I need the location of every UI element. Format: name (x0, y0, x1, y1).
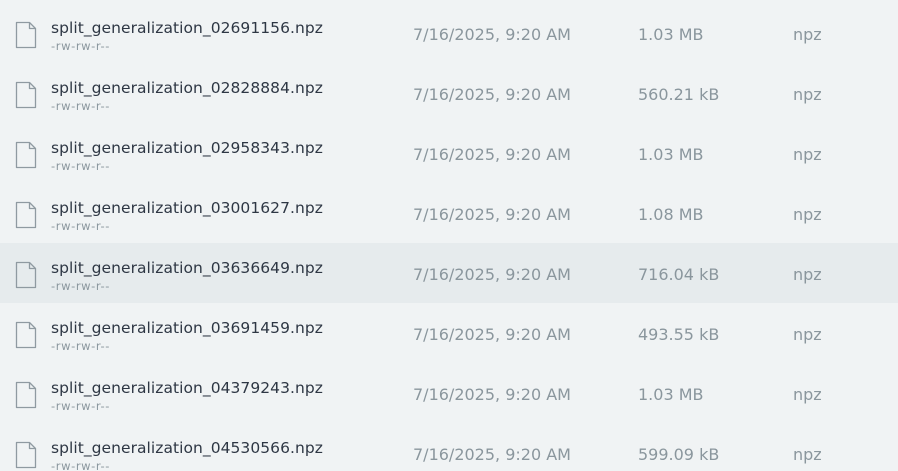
file-permissions: -rw-rw-r-- (51, 159, 111, 173)
file-size: 493.55 kB (638, 325, 720, 344)
file-modified-date: 7/16/2025, 9:20 AM (413, 205, 571, 224)
file-row[interactable]: split_generalization_02828884.npz -rw-rw… (0, 63, 898, 123)
file-row[interactable]: split_generalization_03636649.npz -rw-rw… (0, 243, 898, 303)
file-permissions: -rw-rw-r-- (51, 39, 111, 53)
file-type: npz (793, 145, 822, 164)
file-row[interactable]: split_generalization_03001627.npz -rw-rw… (0, 183, 898, 243)
file-type: npz (793, 325, 822, 344)
file-name[interactable]: split_generalization_03691459.npz (51, 318, 323, 338)
file-size: 716.04 kB (638, 265, 720, 284)
file-modified-date: 7/16/2025, 9:20 AM (413, 25, 571, 44)
file-size: 560.21 kB (638, 85, 720, 104)
file-type: npz (793, 85, 822, 104)
file-modified-date: 7/16/2025, 9:20 AM (413, 265, 571, 284)
file-modified-date: 7/16/2025, 9:20 AM (413, 145, 571, 164)
file-modified-date: 7/16/2025, 9:20 AM (413, 385, 571, 404)
file-permissions: -rw-rw-r-- (51, 399, 111, 413)
file-icon (15, 381, 37, 409)
file-name[interactable]: split_generalization_02828884.npz (51, 78, 323, 98)
file-type: npz (793, 385, 822, 404)
file-type: npz (793, 265, 822, 284)
file-name[interactable]: split_generalization_03001627.npz (51, 198, 323, 218)
file-modified-date: 7/16/2025, 9:20 AM (413, 445, 571, 464)
file-name[interactable]: split_generalization_02958343.npz (51, 138, 323, 158)
file-row[interactable]: split_generalization_03691459.npz -rw-rw… (0, 303, 898, 363)
file-icon (15, 21, 37, 49)
file-name[interactable]: split_generalization_04530566.npz (51, 438, 323, 458)
file-size: 599.09 kB (638, 445, 720, 464)
file-list: split_generalization_02691156.npz -rw-rw… (0, 0, 898, 471)
file-icon (15, 441, 37, 469)
file-size: 1.03 MB (638, 385, 704, 404)
file-size: 1.03 MB (638, 145, 704, 164)
file-icon (15, 81, 37, 109)
file-permissions: -rw-rw-r-- (51, 99, 111, 113)
file-icon (15, 321, 37, 349)
file-size: 1.08 MB (638, 205, 704, 224)
file-row[interactable]: split_generalization_04379243.npz -rw-rw… (0, 363, 898, 423)
file-name[interactable]: split_generalization_02691156.npz (51, 18, 323, 38)
file-row[interactable]: split_generalization_02691156.npz -rw-rw… (0, 3, 898, 63)
file-icon (15, 141, 37, 169)
file-name[interactable]: split_generalization_03636649.npz (51, 258, 323, 278)
file-type: npz (793, 25, 822, 44)
file-icon (15, 201, 37, 229)
file-modified-date: 7/16/2025, 9:20 AM (413, 325, 571, 344)
file-permissions: -rw-rw-r-- (51, 339, 111, 353)
file-permissions: -rw-rw-r-- (51, 459, 111, 471)
file-type: npz (793, 445, 822, 464)
file-size: 1.03 MB (638, 25, 704, 44)
file-permissions: -rw-rw-r-- (51, 219, 111, 233)
file-permissions: -rw-rw-r-- (51, 279, 111, 293)
file-modified-date: 7/16/2025, 9:20 AM (413, 85, 571, 104)
file-row[interactable]: split_generalization_02958343.npz -rw-rw… (0, 123, 898, 183)
file-icon (15, 261, 37, 289)
file-type: npz (793, 205, 822, 224)
file-name[interactable]: split_generalization_04379243.npz (51, 378, 323, 398)
file-row[interactable]: split_generalization_04530566.npz -rw-rw… (0, 423, 898, 471)
